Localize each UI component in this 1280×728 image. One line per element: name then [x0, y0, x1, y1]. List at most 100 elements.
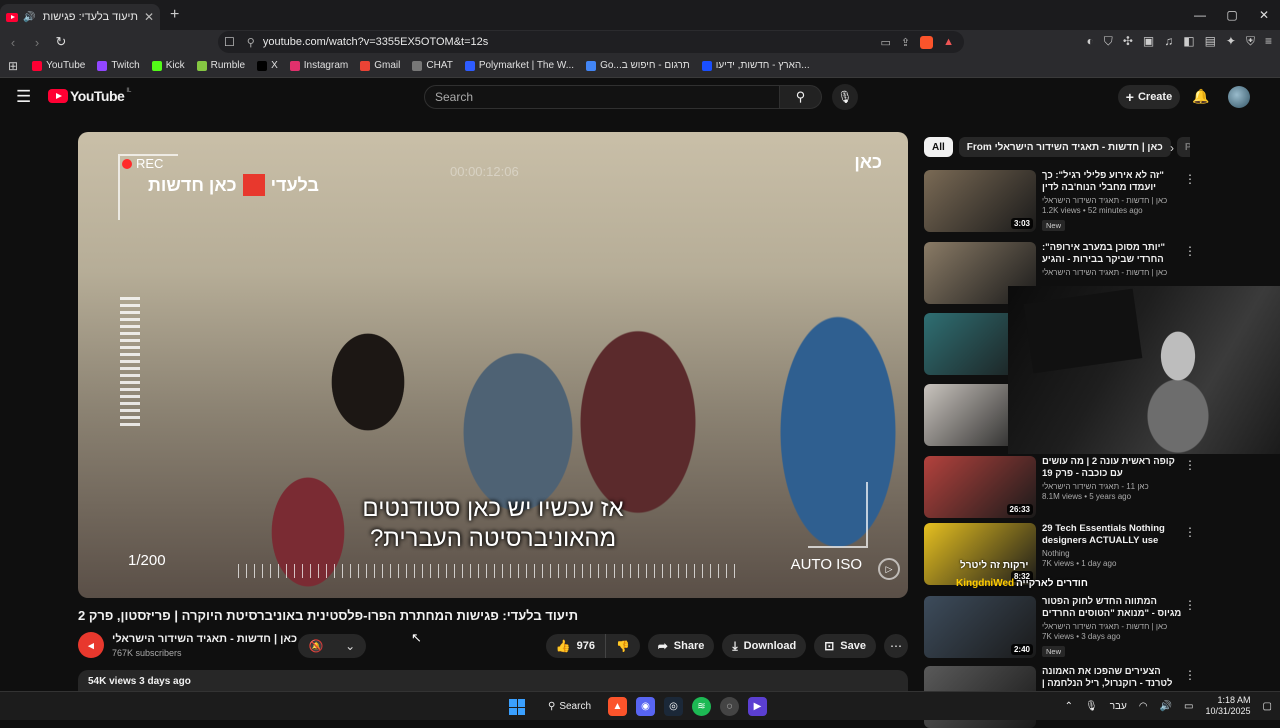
- chevron-right-icon[interactable]: ›: [1170, 141, 1174, 155]
- extension-icon[interactable]: ▣: [1143, 34, 1154, 49]
- extensions-puzzle-icon[interactable]: ✣: [1123, 34, 1133, 49]
- reload-icon[interactable]: ↻: [50, 34, 72, 50]
- recommended-video[interactable]: 26:33 קופה ראשית עונה 2 | מה עושים עם כוכ…: [924, 456, 1269, 518]
- battery-icon[interactable]: ▭: [1184, 701, 1193, 712]
- youtube-logo[interactable]: YouTube IL: [48, 88, 131, 104]
- extension-icon[interactable]: ◐: [1087, 34, 1094, 49]
- more-options-icon[interactable]: ⋮: [1184, 458, 1196, 472]
- maximize-icon[interactable]: ▢: [1216, 8, 1248, 22]
- microphone-tray-icon[interactable]: 🎙: [1085, 701, 1098, 712]
- video-title[interactable]: המתווה החדש לחוק הפטור מגיוס - "מנואת "ה…: [1042, 596, 1182, 620]
- filter-chip[interactable]: From כאן | חדשות - תאגיד השידור הישראלי: [958, 137, 1171, 157]
- search-button[interactable]: ⚲: [780, 85, 822, 109]
- video-thumbnail[interactable]: 2:40: [924, 596, 1036, 658]
- save-button[interactable]: ⊡ Save: [814, 634, 876, 658]
- brave-rewards-icon[interactable]: ▲: [943, 36, 954, 49]
- bookmark-item[interactable]: Kick: [151, 60, 185, 71]
- channel-name[interactable]: כאן | חדשות - תאגיד השידור הישראלי: [1042, 622, 1182, 631]
- more-options-icon[interactable]: ⋮: [1184, 525, 1196, 539]
- vpn-icon[interactable]: ⛨: [1246, 34, 1255, 49]
- more-actions-icon[interactable]: ⋯: [884, 634, 908, 658]
- language-indicator[interactable]: עבר: [1110, 701, 1127, 712]
- bookmark-item[interactable]: YouTube: [32, 60, 85, 71]
- extension-icon[interactable]: ⛉: [1104, 34, 1113, 49]
- menu-icon[interactable]: ≡: [1265, 34, 1272, 49]
- clock[interactable]: 1:18 AM 10/31/2025: [1206, 695, 1251, 717]
- video-thumbnail[interactable]: 26:33: [924, 456, 1036, 518]
- close-tab-icon[interactable]: ✕: [144, 10, 154, 24]
- recommended-video[interactable]: 8:32 29 Tech Essentials Nothing designers…: [924, 523, 1269, 585]
- apps-grid-icon[interactable]: ⊞: [8, 59, 18, 73]
- share-button[interactable]: ➦ Share: [647, 634, 715, 658]
- bookmark-icon[interactable]: ☐: [224, 35, 235, 49]
- chevron-up-icon[interactable]: ⌃: [1065, 701, 1073, 712]
- download-button[interactable]: ⤓ Download: [722, 634, 807, 658]
- bookmark-item[interactable]: CHAT: [412, 60, 453, 71]
- volume-icon[interactable]: 🔊: [1160, 701, 1172, 712]
- dislike-button[interactable]: 👎: [606, 634, 640, 658]
- subscribed-notifications-button[interactable]: 🔕 ⌄: [298, 634, 366, 658]
- bookmark-item[interactable]: הארץ - חדשות, ידיעו...: [701, 60, 810, 71]
- brave-shields-icon[interactable]: [920, 35, 934, 49]
- bookmark-item[interactable]: Go...תרגום - חיפוש ב: [586, 60, 690, 71]
- channel-name[interactable]: Nothing: [1042, 549, 1182, 558]
- search-input[interactable]: Search: [424, 85, 780, 109]
- channel-name[interactable]: כאן | חדשות - תאגיד השידור הישראלי: [112, 633, 297, 645]
- new-tab-icon[interactable]: +: [170, 6, 179, 24]
- url-text[interactable]: youtube.com/watch?v=3355EX5OTOM&t=12s: [263, 36, 488, 48]
- more-options-icon[interactable]: ⋮: [1184, 244, 1196, 258]
- bookmark-item[interactable]: Rumble: [196, 60, 245, 71]
- forward-icon[interactable]: ›: [26, 35, 48, 50]
- video-title[interactable]: הצעירים שהפכו את האמונה לטרנד - רוקנרול,…: [1042, 666, 1182, 690]
- bookmark-item[interactable]: Instagram: [289, 60, 348, 71]
- channel-avatar[interactable]: ◂: [78, 632, 104, 658]
- media-icon[interactable]: ♫: [1164, 34, 1173, 49]
- more-options-icon[interactable]: ⋮: [1184, 668, 1196, 682]
- bookmark-item[interactable]: Polymarket | The W...: [464, 60, 574, 71]
- steam-icon[interactable]: ◎: [664, 697, 683, 716]
- hamburger-menu-icon[interactable]: ☰: [16, 87, 31, 107]
- speaker-icon[interactable]: 🔊: [23, 12, 35, 23]
- discord-icon[interactable]: ◉: [636, 697, 655, 716]
- video-title[interactable]: 29 Tech Essentials Nothing designers ACT…: [1042, 523, 1182, 547]
- create-button[interactable]: + Create: [1118, 85, 1180, 109]
- share-page-icon[interactable]: ⇪: [901, 36, 910, 49]
- video-title[interactable]: קופה ראשית עונה 2 | מה עושים עם כוכבה - …: [1042, 456, 1182, 480]
- bookmark-item[interactable]: Gmail: [360, 60, 400, 71]
- filter-chip[interactable]: Po: [1176, 137, 1190, 157]
- more-options-icon[interactable]: ⋮: [1184, 172, 1196, 186]
- filter-chip[interactable]: All: [924, 137, 953, 157]
- video-thumbnail[interactable]: 8:32: [924, 523, 1036, 585]
- chrome-icon[interactable]: ◌: [720, 697, 739, 716]
- recommended-video[interactable]: 2:40 המתווה החדש לחוק הפטור מגיוס - "מנוא…: [924, 596, 1269, 658]
- notifications-bell-icon[interactable]: 🔔: [1192, 88, 1209, 105]
- wallet-icon[interactable]: ▤: [1205, 34, 1216, 49]
- voice-search-button[interactable]: 🎙: [832, 84, 858, 110]
- account-avatar[interactable]: [1228, 86, 1250, 108]
- video-title[interactable]: "יותר מסוכן במערב אירופה": החרדי שביקר ב…: [1042, 242, 1182, 266]
- site-info-icon[interactable]: ⚲: [247, 36, 255, 49]
- video-thumbnail[interactable]: 3:03: [924, 170, 1036, 232]
- channel-name[interactable]: כאן | חדשות - תאגיד השידור הישראלי: [1042, 268, 1182, 277]
- back-icon[interactable]: ‹: [2, 35, 24, 50]
- cast-icon[interactable]: ▭: [880, 36, 890, 49]
- notifications-icon[interactable]: ▢: [1263, 701, 1272, 712]
- more-options-icon[interactable]: ⋮: [1184, 598, 1196, 612]
- sidebar-toggle-icon[interactable]: ◧: [1183, 34, 1194, 49]
- leo-icon[interactable]: ✦: [1226, 34, 1236, 49]
- channel-name[interactable]: כאן | חדשות - תאגיד השידור הישראלי: [1042, 196, 1182, 205]
- channel-name[interactable]: כאן 11 - תאגיד השידור הישראלי: [1042, 482, 1182, 491]
- brave-browser-icon[interactable]: ▲: [608, 697, 627, 716]
- video-title[interactable]: "זה לא אירוע פלילי רגיל": כך יועמדו מחבל…: [1042, 170, 1182, 194]
- recommended-video[interactable]: 3:03 "זה לא אירוע פלילי רגיל": כך יועמדו …: [924, 170, 1269, 232]
- bookmark-item[interactable]: X: [257, 60, 278, 71]
- like-button[interactable]: 👍 976: [545, 634, 607, 658]
- taskbar-search[interactable]: ⚲ Search: [540, 696, 598, 717]
- bookmark-item[interactable]: Twitch: [97, 60, 140, 71]
- minimize-icon[interactable]: —: [1184, 8, 1216, 22]
- windows-start-icon[interactable]: [509, 699, 525, 715]
- video-player[interactable]: REC בלעדי כאן חדשות 00:00:12:06 כאן אז ע…: [78, 132, 908, 598]
- close-window-icon[interactable]: ✕: [1248, 8, 1280, 22]
- url-bar[interactable]: ☐ ⚲ youtube.com/watch?v=3355EX5OTOM&t=12…: [218, 31, 964, 53]
- app-icon[interactable]: ▶: [748, 697, 767, 716]
